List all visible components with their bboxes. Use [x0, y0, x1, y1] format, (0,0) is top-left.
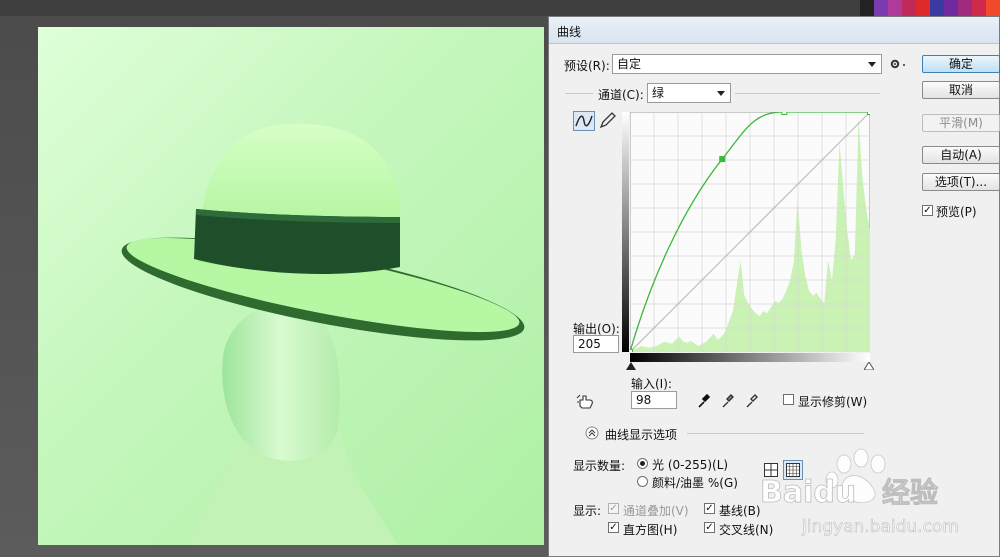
- output-field[interactable]: 205: [573, 335, 619, 353]
- curve-point: [719, 156, 726, 163]
- show-amount-label: 显示数量:: [573, 459, 626, 473]
- curve-point: [781, 112, 788, 115]
- options-button[interactable]: 选项(T)...: [922, 173, 1000, 191]
- curve-point: [630, 349, 633, 352]
- baseline-checkbox[interactable]: ✓: [704, 503, 715, 514]
- show-clipping-label: 显示修剪(W): [798, 395, 868, 409]
- black-point-slider-icon[interactable]: [626, 362, 636, 370]
- curve-point: [867, 112, 870, 115]
- show-clipping-checkbox[interactable]: [783, 394, 794, 405]
- ok-button[interactable]: 确定: [922, 55, 1000, 73]
- top-panel-strip: [0, 0, 1000, 16]
- pencil-tool-button[interactable]: [597, 111, 619, 131]
- preview-label: 预览(P): [936, 205, 977, 219]
- collapse-icon[interactable]: [585, 426, 599, 440]
- auto-button[interactable]: 自动(A): [922, 146, 1000, 164]
- histogram-label: 直方图(H): [623, 523, 678, 537]
- channel-overlay-checkbox[interactable]: ✓: [608, 503, 619, 514]
- image-canvas[interactable]: [38, 27, 544, 545]
- preset-value: 自定: [617, 57, 642, 71]
- eyedropper-white-icon[interactable]: [745, 393, 759, 409]
- cancel-button[interactable]: 取消: [922, 81, 1000, 99]
- curves-graph[interactable]: [630, 112, 870, 352]
- group-border: [565, 93, 593, 94]
- preset-select[interactable]: 自定: [612, 54, 882, 74]
- group-border: [735, 93, 880, 94]
- channel-overlay-label: 通道叠加(V): [623, 504, 689, 518]
- simple-grid-icon[interactable]: [763, 462, 779, 478]
- options-header: 曲线显示选项: [605, 428, 678, 442]
- eyedropper-black-icon[interactable]: [697, 393, 711, 409]
- white-point-slider-icon[interactable]: [864, 362, 874, 370]
- hat-mannequin-photo: [121, 123, 525, 545]
- light-radio[interactable]: [637, 458, 648, 469]
- intersection-checkbox[interactable]: ✓: [704, 522, 715, 533]
- curve-tool-button[interactable]: [573, 111, 595, 131]
- pencil-icon: [599, 112, 616, 129]
- baseline-label: 基线(B): [719, 504, 761, 518]
- input-gradient-bar: [630, 353, 870, 362]
- show-label: 显示:: [573, 504, 602, 518]
- hand-adjust-icon[interactable]: [576, 392, 596, 410]
- input-label: 输入(I):: [631, 377, 672, 391]
- curve-tool-icon: [575, 115, 593, 127]
- channel-select[interactable]: 绿: [647, 83, 731, 103]
- pigment-radio[interactable]: [637, 476, 648, 487]
- preview-checkbox[interactable]: ✓: [922, 205, 933, 216]
- gear-icon[interactable]: [889, 57, 907, 71]
- chevron-down-icon: [717, 91, 725, 96]
- smooth-button[interactable]: 平滑(M): [922, 114, 1000, 132]
- channel-value: 绿: [652, 86, 665, 100]
- light-label: 光 (0-255)(L): [652, 458, 729, 472]
- eyedropper-gray-icon[interactable]: [721, 393, 735, 409]
- channel-label: 通道(C):: [598, 88, 644, 102]
- intersection-label: 交叉线(N): [719, 523, 774, 537]
- dialog-title: 曲线: [557, 25, 582, 39]
- curves-dialog: 曲线 预设(R): 自定 通道(C): 绿 输出(O): 205 输入(I): …: [548, 16, 1000, 557]
- chevron-down-icon: [868, 62, 876, 67]
- preset-label: 预设(R):: [564, 59, 610, 73]
- detailed-grid-icon[interactable]: [783, 460, 803, 480]
- input-field[interactable]: 98: [631, 391, 677, 409]
- pigment-label: 颜料/油墨 %(G): [652, 476, 738, 490]
- swatches-strip[interactable]: [860, 0, 1000, 16]
- dialog-titlebar[interactable]: 曲线: [549, 17, 999, 44]
- histogram-checkbox[interactable]: ✓: [608, 522, 619, 533]
- separator: [687, 433, 864, 434]
- output-gradient-bar: [622, 112, 629, 352]
